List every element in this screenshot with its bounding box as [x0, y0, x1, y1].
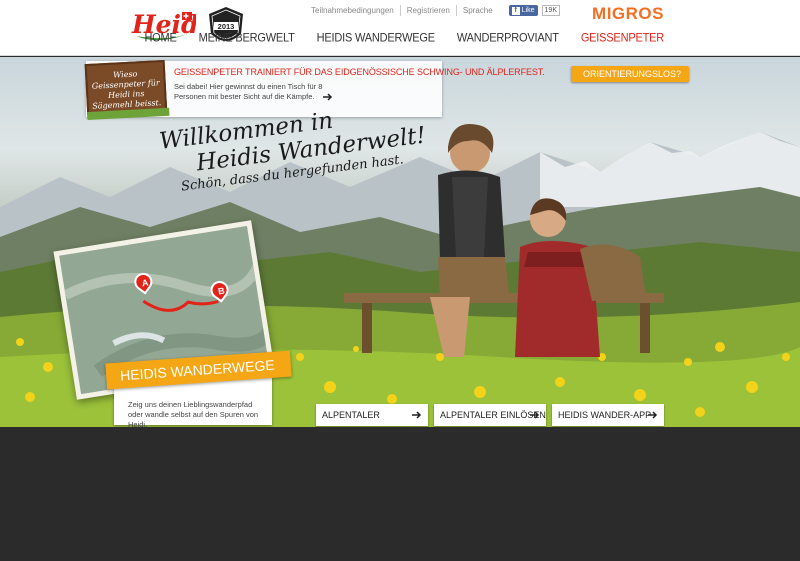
arrow-right-icon	[648, 411, 658, 419]
nav-home[interactable]: HOME	[122, 31, 176, 44]
add-alpentaler-button[interactable]: ALPENTALER HINZUFÜGEN	[316, 404, 428, 426]
wander-app-button[interactable]: HEIDIS WANDER-APP	[552, 404, 664, 426]
nav-heidis-wanderwege[interactable]: HEIDIS WANDERWEGE	[295, 31, 435, 44]
link-language[interactable]: Sprache	[455, 5, 499, 16]
facebook-icon: f	[511, 6, 520, 15]
top-links: Teilnahmebedingungen Registrieren Sprach…	[305, 5, 560, 16]
nav-meine-bergwelt[interactable]: MEINE BERGWELT	[177, 31, 295, 44]
nav-wanderproviant[interactable]: WANDERPROVIANT	[435, 31, 559, 44]
link-register[interactable]: Registrieren	[399, 5, 456, 16]
migros-logo[interactable]: MIGROS	[592, 4, 664, 24]
facebook-like[interactable]: f Like 19K	[508, 5, 560, 16]
footer-area	[0, 427, 800, 561]
promo-text: Sei dabei! Hier gewinnst du einen Tisch …	[174, 82, 344, 102]
facebook-like-button[interactable]: f Like	[508, 5, 538, 16]
nav-geissenpeter[interactable]: GEISSENPETER	[559, 31, 664, 44]
arrow-right-icon	[530, 411, 540, 419]
arrow-right-icon[interactable]	[322, 93, 333, 101]
facebook-like-count: 19K	[541, 5, 560, 16]
svg-text:2013: 2013	[218, 22, 235, 31]
site-header: Heidi 2013 Teilnahmebedingungen Registri…	[0, 0, 800, 56]
redeem-alpentaler-button[interactable]: ALPENTALER EINLÖSEN	[434, 404, 546, 426]
wanderwege-text: Zeig uns deinen Lieblingswanderpfad oder…	[128, 400, 259, 427]
arrow-right-icon	[412, 411, 422, 419]
promo-title: GEISSENPETER TRAINIERT FÜR DAS EIDGENÖSS…	[174, 67, 545, 77]
hero-banner: Wieso Geissenpeter für Heidi ins Sägemeh…	[0, 57, 800, 427]
promo-wooden-sign: Wieso Geissenpeter für Heidi ins Sägemeh…	[84, 59, 170, 121]
link-terms[interactable]: Teilnahmebedingungen	[305, 5, 400, 16]
orientation-button[interactable]: ORIENTIERUNGSLOS?	[571, 66, 690, 82]
main-nav: HOME MEINE BERGWELT HEIDIS WANDERWEGE WA…	[122, 31, 664, 44]
